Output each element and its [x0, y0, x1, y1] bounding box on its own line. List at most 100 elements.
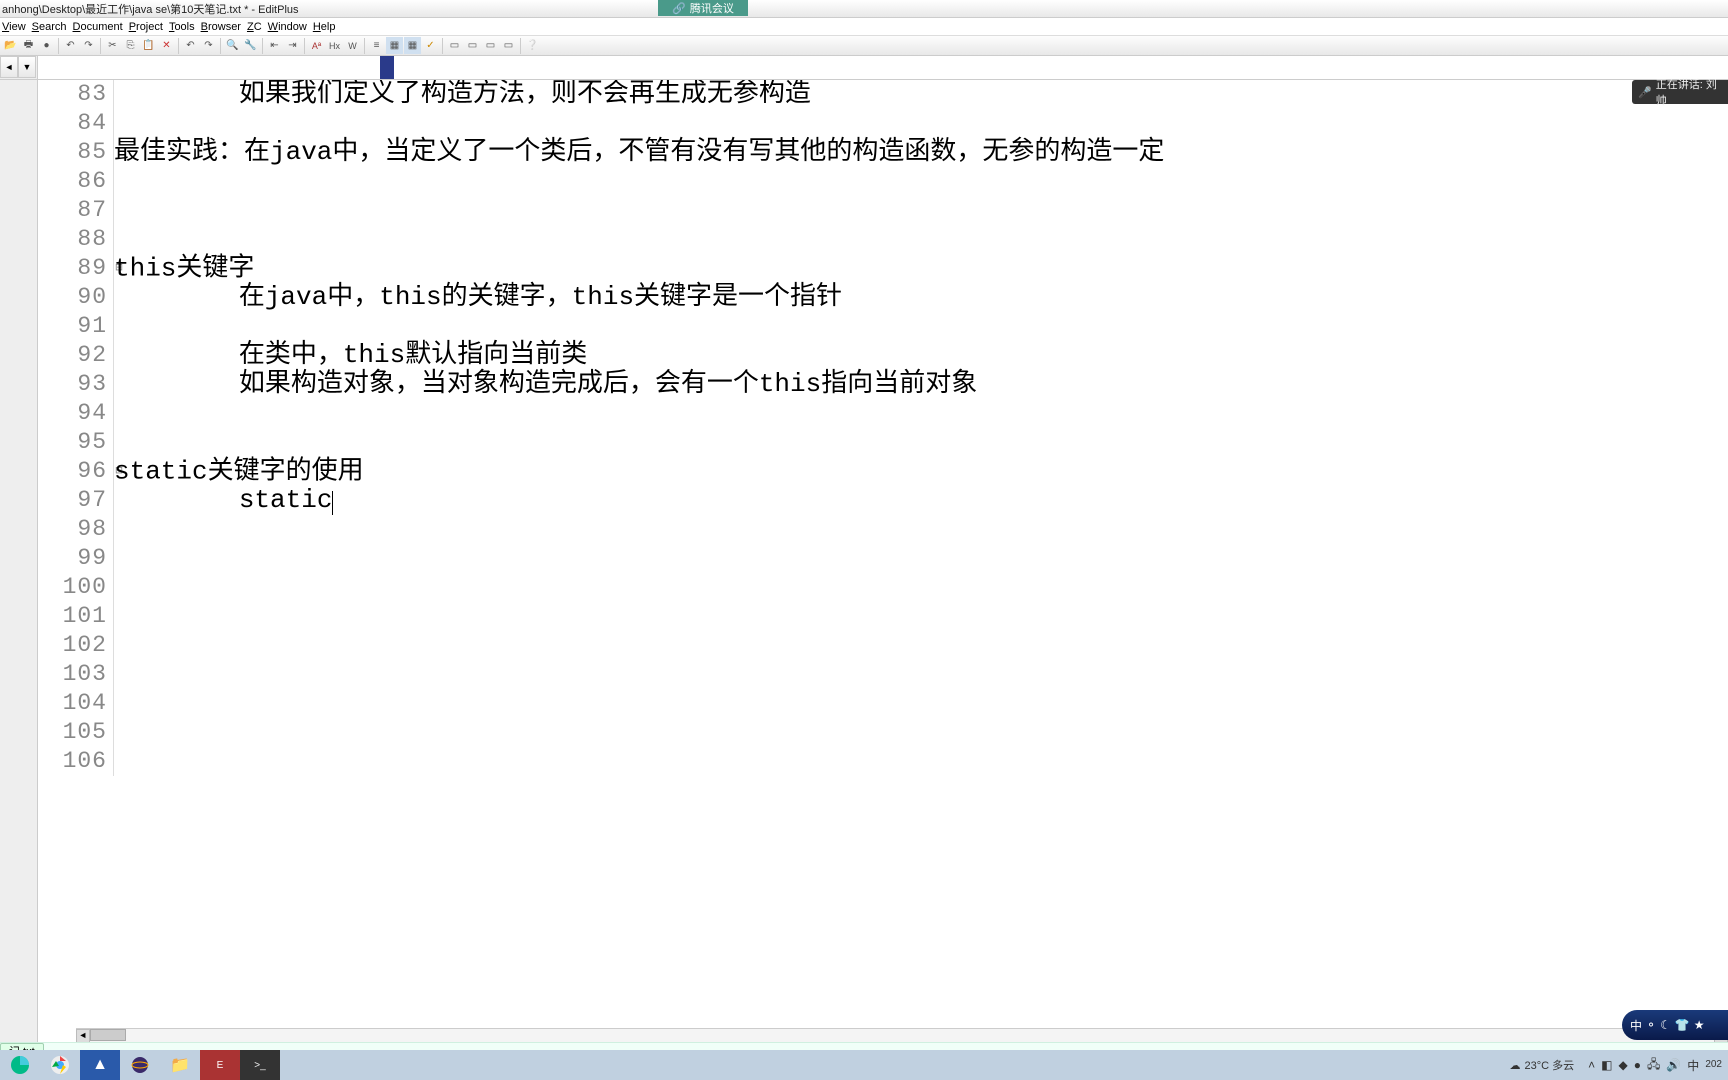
- code-line[interactable]: static: [114, 486, 1728, 515]
- print-icon[interactable]: 🖶: [20, 37, 37, 54]
- redo-icon[interactable]: ↷: [80, 37, 97, 54]
- code-line[interactable]: [114, 602, 1728, 631]
- win3-icon[interactable]: ▭: [482, 37, 499, 54]
- win1-icon[interactable]: ▭: [446, 37, 463, 54]
- fold-marker-icon[interactable]: ⊟: [114, 254, 124, 283]
- ime-shirt-icon[interactable]: 👕: [1675, 1018, 1690, 1032]
- scroll-thumb[interactable]: [90, 1029, 126, 1041]
- code-line[interactable]: [114, 225, 1728, 254]
- menu-help[interactable]: Help: [313, 21, 336, 33]
- tray-app1-icon[interactable]: ◧: [1601, 1058, 1612, 1072]
- code-line[interactable]: 最佳实践：在java中，当定义了一个类后，不管有没有写其他的构造函数，无参的构造…: [114, 138, 1728, 167]
- code-line[interactable]: [114, 312, 1728, 341]
- weather-widget[interactable]: ☁ 23°C 多云: [1501, 1057, 1582, 1073]
- code-line[interactable]: 在java中，this的关键字，this关键字是一个指针: [114, 283, 1728, 312]
- code-line[interactable]: [114, 544, 1728, 573]
- code-line[interactable]: [114, 689, 1728, 718]
- grid2-icon[interactable]: ▦: [404, 37, 421, 54]
- taskbar-edge-icon[interactable]: [0, 1050, 40, 1080]
- cut-icon[interactable]: ✂: [104, 37, 121, 54]
- ime-mode[interactable]: 中: [1630, 1017, 1642, 1034]
- menu-document[interactable]: Document: [73, 21, 123, 33]
- ruler-down-arrow-icon[interactable]: ▼: [18, 56, 36, 78]
- left-pane-strip: [0, 80, 38, 1042]
- taskbar-editplus-icon[interactable]: E: [200, 1050, 240, 1080]
- code-line[interactable]: [114, 109, 1728, 138]
- scroll-left-icon[interactable]: ◄: [76, 1029, 90, 1042]
- editor[interactable]: 83 84 85 86 87 88 89 90 91 92 93 94 95 9…: [38, 80, 1728, 1042]
- tray-network-icon[interactable]: 🖧: [1647, 1055, 1660, 1076]
- code-line[interactable]: [114, 515, 1728, 544]
- tray-chevron-up-icon[interactable]: ˄: [1588, 1058, 1595, 1072]
- menu-browser[interactable]: Browser: [201, 21, 241, 33]
- ime-pin-icon[interactable]: ⚬: [1646, 1018, 1656, 1032]
- tencent-meeting-overlay[interactable]: 🔗 腾讯会议: [658, 0, 748, 16]
- tray-app3-icon[interactable]: ●: [1634, 1058, 1641, 1072]
- tools-icon[interactable]: 🔧: [242, 37, 259, 54]
- tray-volume-icon[interactable]: 🔊: [1666, 1058, 1681, 1072]
- horizontal-scrollbar[interactable]: ◄ ►: [76, 1028, 1728, 1042]
- menu-tools[interactable]: Tools: [169, 21, 195, 33]
- tray-app2-icon[interactable]: ◆: [1618, 1058, 1627, 1072]
- code-line[interactable]: 如果构造对象，当对象构造完成后，会有一个this指向当前对象: [114, 370, 1728, 399]
- ime-floating-bar[interactable]: 中 ⚬ ☾ 👕 ★: [1622, 1010, 1728, 1040]
- indent-right-icon[interactable]: ⇥: [284, 37, 301, 54]
- open-icon[interactable]: 📂: [2, 37, 19, 54]
- check-icon[interactable]: ✓: [422, 37, 439, 54]
- delete-icon[interactable]: ✕: [158, 37, 175, 54]
- taskbar-eclipse-icon[interactable]: [120, 1050, 160, 1080]
- w-icon[interactable]: W: [344, 37, 361, 54]
- search-icon[interactable]: 🔍: [224, 37, 241, 54]
- code-line[interactable]: [114, 196, 1728, 225]
- menu-search[interactable]: Search: [32, 21, 67, 33]
- menu-view[interactable]: View: [2, 21, 26, 33]
- aa-icon[interactable]: Aª: [308, 37, 325, 54]
- tray-clock[interactable]: 202: [1705, 1060, 1722, 1070]
- grid1-icon[interactable]: ▦: [386, 37, 403, 54]
- taskbar-chrome-icon[interactable]: [40, 1050, 80, 1080]
- indent-left-icon[interactable]: ⇤: [266, 37, 283, 54]
- stop-icon[interactable]: ●: [38, 37, 55, 54]
- undo-icon[interactable]: ↶: [62, 37, 79, 54]
- help-icon[interactable]: ❔: [524, 37, 541, 54]
- code-line[interactable]: [114, 631, 1728, 660]
- win4-icon[interactable]: ▭: [500, 37, 517, 54]
- ruler-cursor-marker: [380, 56, 394, 79]
- line-number: 95: [38, 428, 107, 457]
- scroll-track[interactable]: [90, 1029, 1714, 1042]
- code-line[interactable]: [114, 428, 1728, 457]
- ruler-left-arrow-icon[interactable]: ◄: [0, 56, 18, 78]
- line-number: 98: [38, 515, 107, 544]
- code-line[interactable]: [114, 573, 1728, 602]
- hx-icon[interactable]: Hx: [326, 37, 343, 54]
- code-line[interactable]: 如果我们定义了构造方法，则不会再生成无参构造: [114, 80, 1728, 109]
- windows-taskbar[interactable]: ▲ 📁 E >_ ☁ 23°C 多云 ˄ ◧ ◆ ● 🖧 🔊 中 202: [0, 1050, 1728, 1080]
- undo2-icon[interactable]: ↶: [182, 37, 199, 54]
- align-icon[interactable]: ≡: [368, 37, 385, 54]
- title-path: anhong\Desktop\最近工作\java se\第10天笔记.txt *…: [2, 1, 299, 17]
- code-line[interactable]: [114, 399, 1728, 428]
- tray-ime[interactable]: 中: [1687, 1057, 1699, 1074]
- menu-window[interactable]: Window: [268, 21, 307, 33]
- code-line[interactable]: ⊟this关键字: [114, 254, 1728, 283]
- menu-zc[interactable]: ZC: [247, 21, 262, 33]
- taskbar-terminal-icon[interactable]: >_: [240, 1050, 280, 1080]
- fold-marker-icon[interactable]: ⊟: [114, 457, 124, 486]
- code-line[interactable]: [114, 718, 1728, 747]
- taskbar-app1-icon[interactable]: ▲: [80, 1050, 120, 1080]
- code-line[interactable]: [114, 747, 1728, 776]
- code-line[interactable]: ⊟static关键字的使用: [114, 457, 1728, 486]
- line-number: 94: [38, 399, 107, 428]
- ime-moon-icon[interactable]: ☾: [1660, 1018, 1671, 1032]
- code-area[interactable]: 如果我们定义了构造方法，则不会再生成无参构造最佳实践：在java中，当定义了一个…: [114, 80, 1728, 776]
- win2-icon[interactable]: ▭: [464, 37, 481, 54]
- menu-project[interactable]: Project: [129, 21, 163, 33]
- ime-star-icon[interactable]: ★: [1694, 1018, 1705, 1032]
- paste-icon[interactable]: 📋: [140, 37, 157, 54]
- taskbar-explorer-icon[interactable]: 📁: [160, 1050, 200, 1080]
- copy-icon[interactable]: ⎘: [122, 37, 139, 54]
- redo2-icon[interactable]: ↷: [200, 37, 217, 54]
- code-line[interactable]: [114, 660, 1728, 689]
- code-line[interactable]: 在类中，this默认指向当前类: [114, 341, 1728, 370]
- code-line[interactable]: [114, 167, 1728, 196]
